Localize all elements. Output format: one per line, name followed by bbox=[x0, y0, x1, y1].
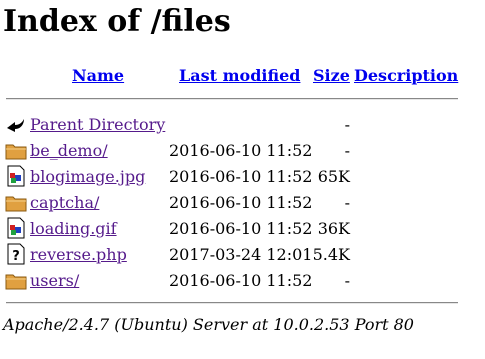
last-modified: 2016-06-10 11:52 bbox=[169, 167, 313, 186]
page-title: Index of /files bbox=[3, 4, 231, 39]
image-file-icon bbox=[5, 165, 27, 187]
file-link[interactable]: loading.gif bbox=[30, 219, 117, 238]
file-size: - bbox=[344, 193, 350, 212]
folder-icon bbox=[5, 139, 27, 161]
folder-icon bbox=[5, 269, 27, 291]
image-file-icon bbox=[5, 217, 27, 239]
last-modified: 2016-06-10 11:52 bbox=[169, 271, 313, 290]
sort-by-size-link[interactable]: Size bbox=[313, 66, 350, 85]
last-modified: 2016-06-10 11:52 bbox=[169, 219, 313, 238]
table-row: loading.gif 2016-06-10 11:52 36K bbox=[0, 215, 485, 241]
file-size: - bbox=[344, 115, 350, 134]
header-divider bbox=[6, 98, 458, 100]
folder-icon bbox=[5, 191, 27, 213]
sort-by-last-modified-link[interactable]: Last modified bbox=[179, 66, 300, 85]
file-link[interactable]: users/ bbox=[30, 271, 79, 290]
file-size: 5.4K bbox=[312, 245, 350, 264]
file-size: 65K bbox=[317, 167, 350, 186]
parent-directory-link[interactable]: Parent Directory bbox=[30, 115, 165, 134]
footer-divider bbox=[6, 302, 458, 304]
table-row: captcha/ 2016-06-10 11:52 - bbox=[0, 189, 485, 215]
table-row: ? reverse.php 2017-03-24 12:01 5.4K bbox=[0, 241, 485, 267]
parent-directory-row: Parent Directory - bbox=[0, 111, 485, 137]
server-signature: Apache/2.4.7 (Ubuntu) Server at 10.0.2.5… bbox=[3, 315, 414, 334]
sort-by-description-link[interactable]: Description bbox=[354, 66, 458, 85]
file-size: - bbox=[344, 141, 350, 160]
file-link[interactable]: captcha/ bbox=[30, 193, 99, 212]
file-link[interactable]: be_demo/ bbox=[30, 141, 108, 160]
last-modified: 2016-06-10 11:52 bbox=[169, 193, 313, 212]
table-row: users/ 2016-06-10 11:52 - bbox=[0, 267, 485, 293]
unknown-file-icon: ? bbox=[5, 243, 27, 265]
file-link[interactable]: blogimage.jpg bbox=[30, 167, 145, 186]
table-row: blogimage.jpg 2016-06-10 11:52 65K bbox=[0, 163, 485, 189]
file-size: - bbox=[344, 271, 350, 290]
file-link[interactable]: reverse.php bbox=[30, 245, 127, 264]
table-row: be_demo/ 2016-06-10 11:52 - bbox=[0, 137, 485, 163]
last-modified: 2016-06-10 11:52 bbox=[169, 141, 313, 160]
sort-by-name-link[interactable]: Name bbox=[72, 66, 124, 85]
svg-text:?: ? bbox=[12, 249, 20, 264]
file-size: 36K bbox=[317, 219, 350, 238]
last-modified: 2017-03-24 12:01 bbox=[169, 245, 313, 264]
back-arrow-icon bbox=[5, 113, 27, 135]
